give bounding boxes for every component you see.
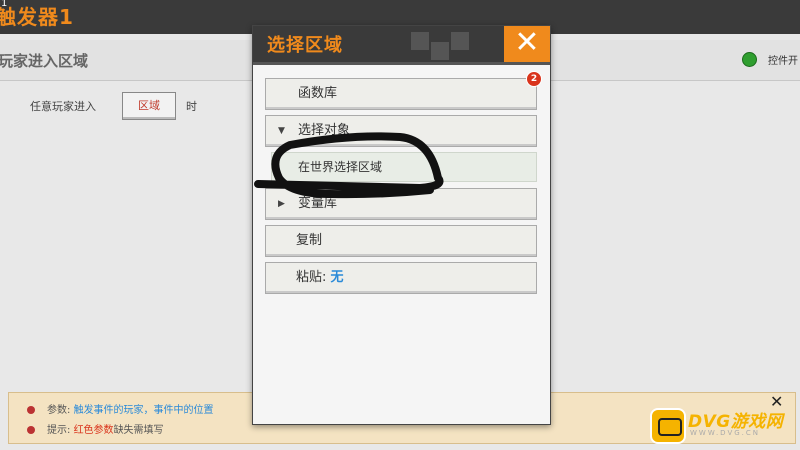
menu-item-variable-library[interactable]: ▶ 变量库 bbox=[265, 188, 537, 220]
tip-label: 提示: bbox=[47, 425, 71, 436]
menu-item-select-in-world[interactable]: 在世界选择区域 bbox=[271, 152, 537, 182]
watermark-logo: DVG游戏网 WWW.DVG.CN bbox=[646, 404, 796, 444]
dialog-title: 选择区域 bbox=[267, 35, 343, 56]
region-parameter-button[interactable]: 区域 bbox=[122, 92, 176, 120]
tip-red-text: 红色参数 bbox=[73, 425, 114, 436]
menu-item-label: 选择对象 bbox=[298, 123, 351, 138]
toggle-status-icon[interactable] bbox=[742, 52, 757, 67]
params-hint: 参数: 触发事件的玩家，事件中的位置 bbox=[27, 401, 214, 416]
params-value: 触发事件的玩家，事件中的位置 bbox=[73, 405, 214, 416]
tip-hint: 提示: 红色参数缺失需填写 bbox=[27, 421, 164, 436]
menu-item-paste[interactable]: 粘贴: 无 bbox=[265, 262, 537, 294]
close-icon[interactable]: ✕ bbox=[504, 26, 550, 62]
dialog-body: 函数库 ▼ 选择对象 在世界选择区域 ▶ 变量库 复制 粘贴: 无 bbox=[253, 65, 550, 424]
window-title: 触发器1 bbox=[0, 5, 74, 29]
bullet-icon bbox=[27, 426, 35, 434]
paste-label: 粘贴: bbox=[296, 270, 327, 285]
condition-prefix: 任意玩家进入 bbox=[30, 100, 96, 113]
menu-item-copy[interactable]: 复制 bbox=[265, 225, 537, 257]
bullet-icon bbox=[27, 406, 35, 414]
menu-item-function-library[interactable]: 函数库 bbox=[265, 78, 537, 110]
section-title: 玩家进入区域 bbox=[0, 52, 89, 70]
menu-item-label: 在世界选择区域 bbox=[298, 160, 383, 174]
tip-rest-text: 缺失需填写 bbox=[113, 425, 164, 436]
paste-value: 无 bbox=[330, 270, 344, 285]
menu-item-select-object[interactable]: ▼ 选择对象 bbox=[265, 115, 537, 147]
watermark-subtitle: WWW.DVG.CN bbox=[690, 429, 761, 437]
collapse-arrow-icon: ▶ bbox=[278, 199, 285, 209]
dialog-header: 选择区域 ✕ bbox=[253, 26, 550, 65]
condition-suffix: 时 bbox=[186, 100, 197, 113]
menu-item-label: 变量库 bbox=[298, 196, 338, 211]
menu-item-label: 复制 bbox=[296, 233, 323, 248]
toggle-label: 控件开 bbox=[768, 56, 798, 67]
menu-item-label: 函数库 bbox=[298, 86, 338, 101]
header-decoration bbox=[431, 42, 449, 60]
header-decoration bbox=[451, 32, 469, 50]
menu-item-label: 粘贴: 无 bbox=[296, 263, 344, 293]
corner-number: 1 bbox=[1, 0, 8, 9]
select-region-dialog: 选择区域 ✕ 函数库 ▼ 选择对象 在世界选择区域 ▶ 变量库 复制 粘贴: 无… bbox=[252, 25, 551, 425]
expand-arrow-icon: ▼ bbox=[278, 126, 285, 136]
notification-badge: 2 bbox=[526, 71, 542, 87]
header-decoration bbox=[411, 32, 429, 50]
gamepad-icon bbox=[650, 408, 686, 444]
params-label: 参数: bbox=[47, 405, 71, 416]
